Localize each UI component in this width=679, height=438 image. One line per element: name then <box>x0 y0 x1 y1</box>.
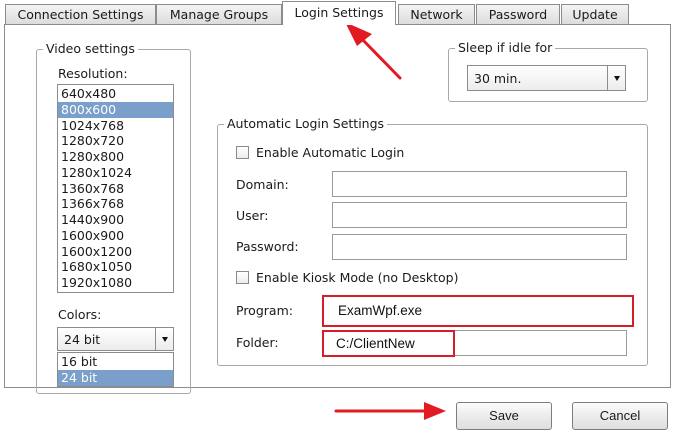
tab-login-settings[interactable]: Login Settings <box>282 1 396 25</box>
arrow-to-save-icon <box>334 402 446 420</box>
arrow-to-login-tab-icon <box>345 22 402 80</box>
annotation-arrows <box>334 22 446 420</box>
